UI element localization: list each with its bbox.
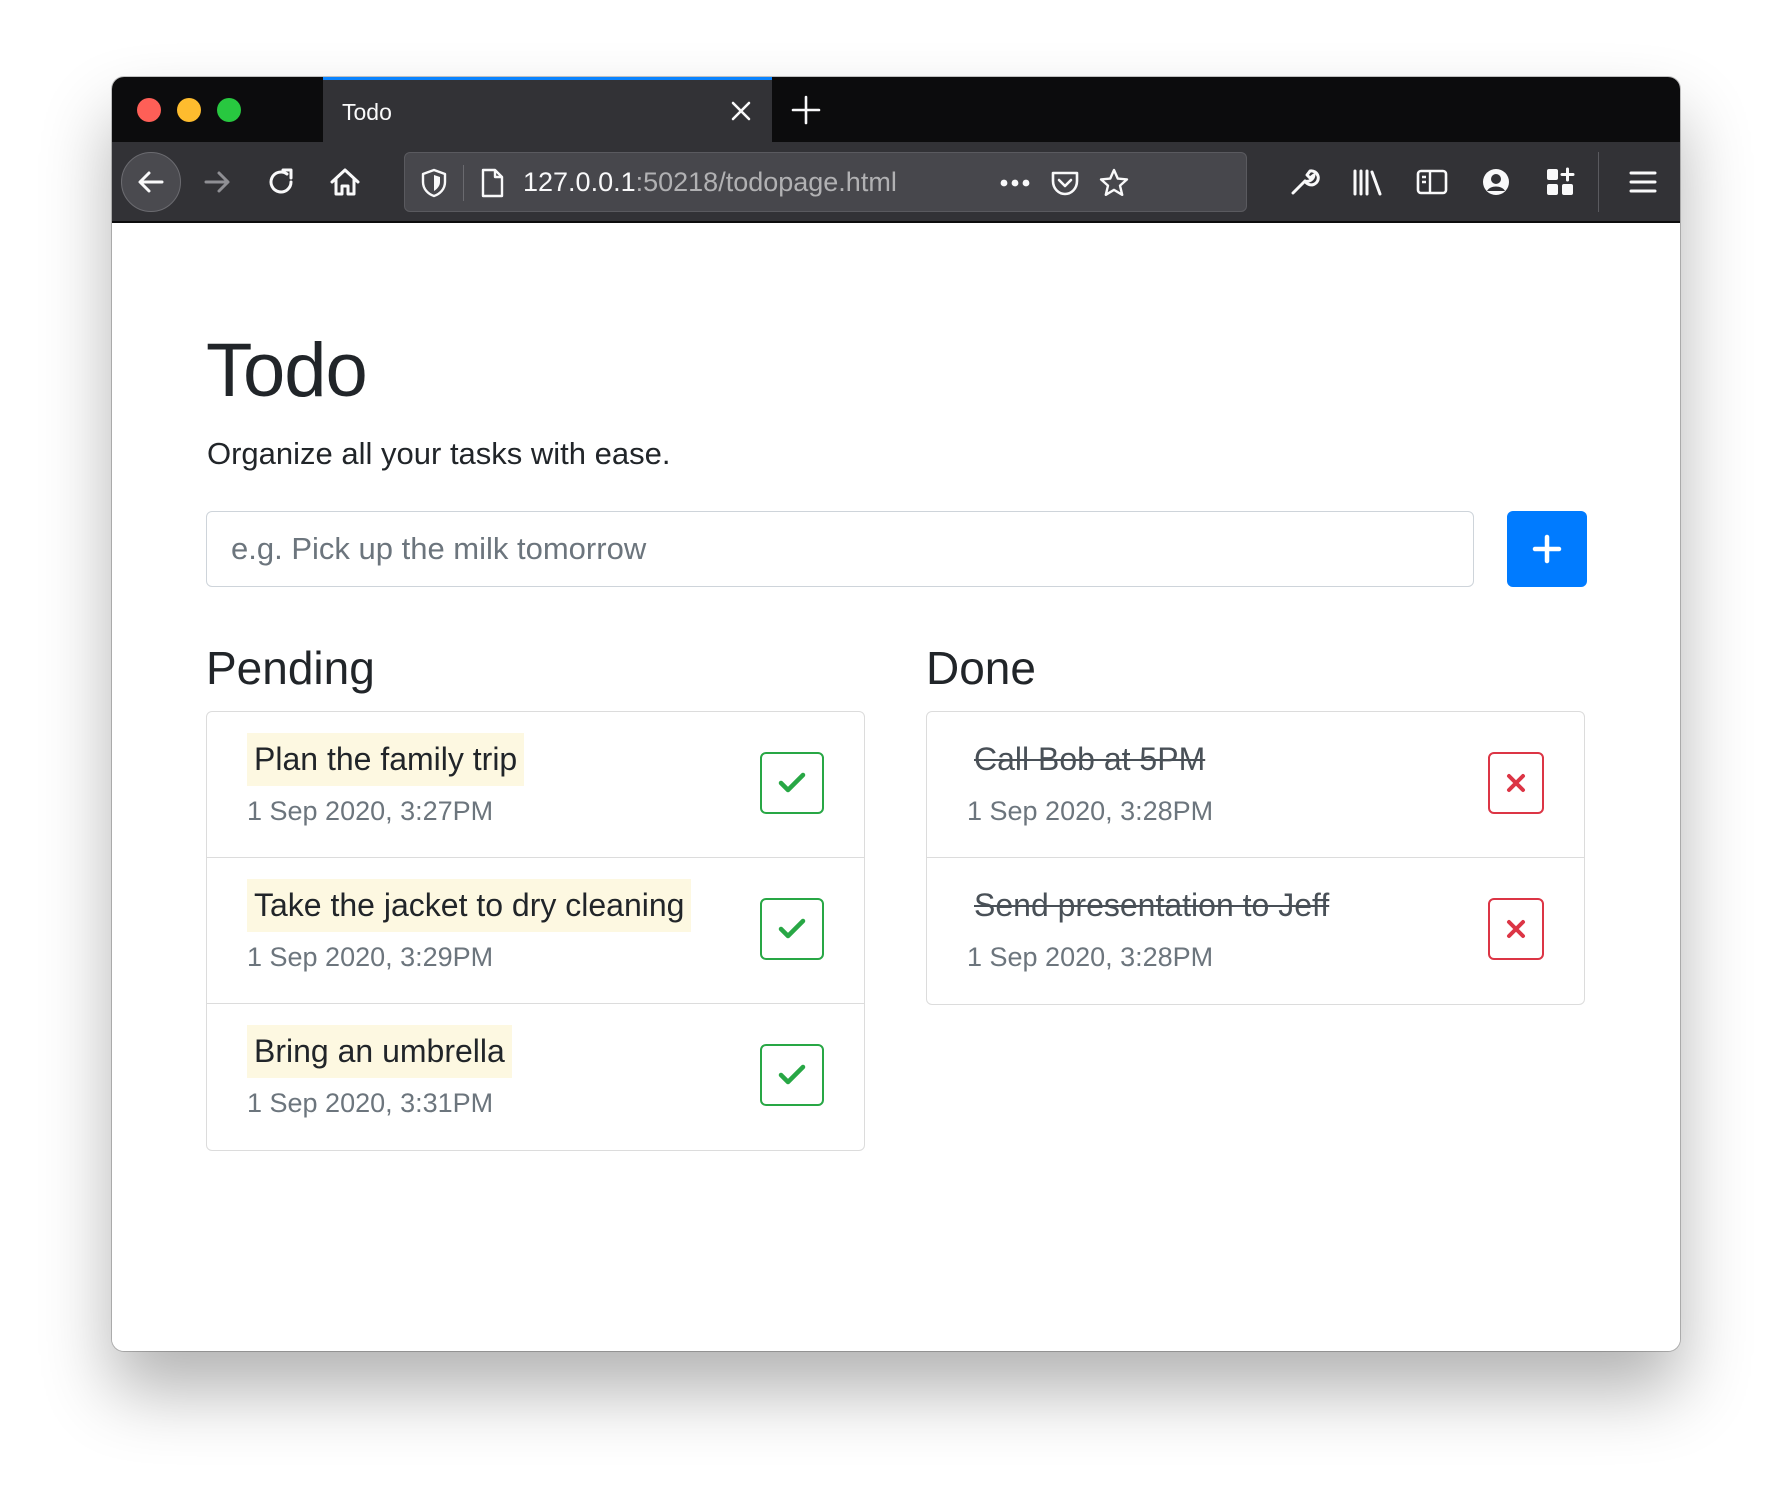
task-text: Take the jacket to dry cleaning xyxy=(247,879,692,932)
new-tab-icon[interactable] xyxy=(789,93,823,127)
task-text: Bring an umbrella xyxy=(247,1025,512,1078)
checkmark-icon xyxy=(778,917,806,941)
done-list: Call Bob at 5PM 1 Sep 2020, 3:28PM Send … xyxy=(926,711,1585,1005)
list-item: Bring an umbrella 1 Sep 2020, 3:31PM xyxy=(207,1004,864,1150)
minimize-window-button[interactable] xyxy=(177,98,201,122)
extensions-icon[interactable] xyxy=(1539,161,1581,203)
url-text: 127.0.0.1:50218/todopage.html xyxy=(523,167,897,198)
pending-heading: Pending xyxy=(206,642,375,694)
close-x-icon xyxy=(1505,772,1527,794)
navigation-toolbar: 127.0.0.1:50218/todopage.html xyxy=(112,142,1680,223)
tab-todo[interactable]: Todo xyxy=(323,77,772,142)
wrench-icon[interactable] xyxy=(1283,161,1325,203)
tab-title: Todo xyxy=(342,99,392,125)
pocket-icon[interactable] xyxy=(1047,165,1083,201)
plus-icon xyxy=(1532,534,1562,564)
close-window-button[interactable] xyxy=(137,98,161,122)
page-content: Todo Organize all your tasks with ease. … xyxy=(112,223,1680,1351)
task-date: 1 Sep 2020, 3:31PM xyxy=(247,1088,494,1118)
mark-done-button[interactable] xyxy=(760,898,824,960)
list-item: Plan the family trip 1 Sep 2020, 3:27PM xyxy=(207,712,864,858)
task-text: Send presentation to Jeff xyxy=(974,887,1330,923)
sidebar-icon[interactable] xyxy=(1411,161,1453,203)
pending-list: Plan the family trip 1 Sep 2020, 3:27PM … xyxy=(206,711,865,1151)
hamburger-menu-icon[interactable] xyxy=(1622,161,1664,203)
task-date: 1 Sep 2020, 3:29PM xyxy=(247,942,494,972)
mark-done-button[interactable] xyxy=(760,1044,824,1106)
reload-icon xyxy=(265,166,297,198)
shield-icon[interactable] xyxy=(416,165,452,201)
list-item: Call Bob at 5PM 1 Sep 2020, 3:28PM xyxy=(927,712,1584,858)
page-title: Todo xyxy=(206,328,368,413)
more-dots-icon[interactable] xyxy=(997,165,1033,201)
task-date: 1 Sep 2020, 3:27PM xyxy=(247,796,494,826)
close-x-icon xyxy=(1505,918,1527,940)
task-text: Call Bob at 5PM xyxy=(974,741,1206,777)
new-task-input[interactable] xyxy=(206,511,1474,587)
task-text: Plan the family trip xyxy=(247,733,525,786)
add-task-button[interactable] xyxy=(1507,511,1587,587)
page-icon[interactable] xyxy=(474,165,510,201)
undo-task-button[interactable] xyxy=(1488,752,1544,814)
home-button[interactable] xyxy=(315,152,375,212)
forward-arrow-icon xyxy=(201,166,233,198)
library-icon[interactable] xyxy=(1347,161,1389,203)
mark-done-button[interactable] xyxy=(760,752,824,814)
task-date: 1 Sep 2020, 3:28PM xyxy=(967,942,1214,972)
back-arrow-icon xyxy=(135,166,167,198)
account-icon[interactable] xyxy=(1475,161,1517,203)
url-path: :50218/todopage.html xyxy=(635,167,897,197)
close-tab-icon[interactable] xyxy=(728,98,754,124)
done-heading: Done xyxy=(926,642,1036,694)
forward-button[interactable] xyxy=(187,152,247,212)
reload-button[interactable] xyxy=(251,152,311,212)
browser-window: Todo 127.0.0.1:50218/todopage.html Todo … xyxy=(112,77,1680,1351)
checkmark-icon xyxy=(778,1063,806,1087)
url-divider xyxy=(463,165,464,201)
tab-strip: Todo xyxy=(112,77,1680,142)
checkmark-icon xyxy=(778,771,806,795)
list-item: Send presentation to Jeff 1 Sep 2020, 3:… xyxy=(927,858,1584,1004)
task-date: 1 Sep 2020, 3:28PM xyxy=(967,796,1214,826)
back-button[interactable] xyxy=(121,152,181,212)
page-subtitle: Organize all your tasks with ease. xyxy=(207,436,671,471)
home-icon xyxy=(328,165,362,199)
list-item: Take the jacket to dry cleaning 1 Sep 20… xyxy=(207,858,864,1004)
url-host: 127.0.0.1 xyxy=(523,167,636,197)
star-icon[interactable] xyxy=(1096,165,1132,201)
url-bar[interactable]: 127.0.0.1:50218/todopage.html xyxy=(404,152,1247,212)
undo-task-button[interactable] xyxy=(1488,898,1544,960)
toolbar-separator xyxy=(1598,152,1599,212)
maximize-window-button[interactable] xyxy=(217,98,241,122)
